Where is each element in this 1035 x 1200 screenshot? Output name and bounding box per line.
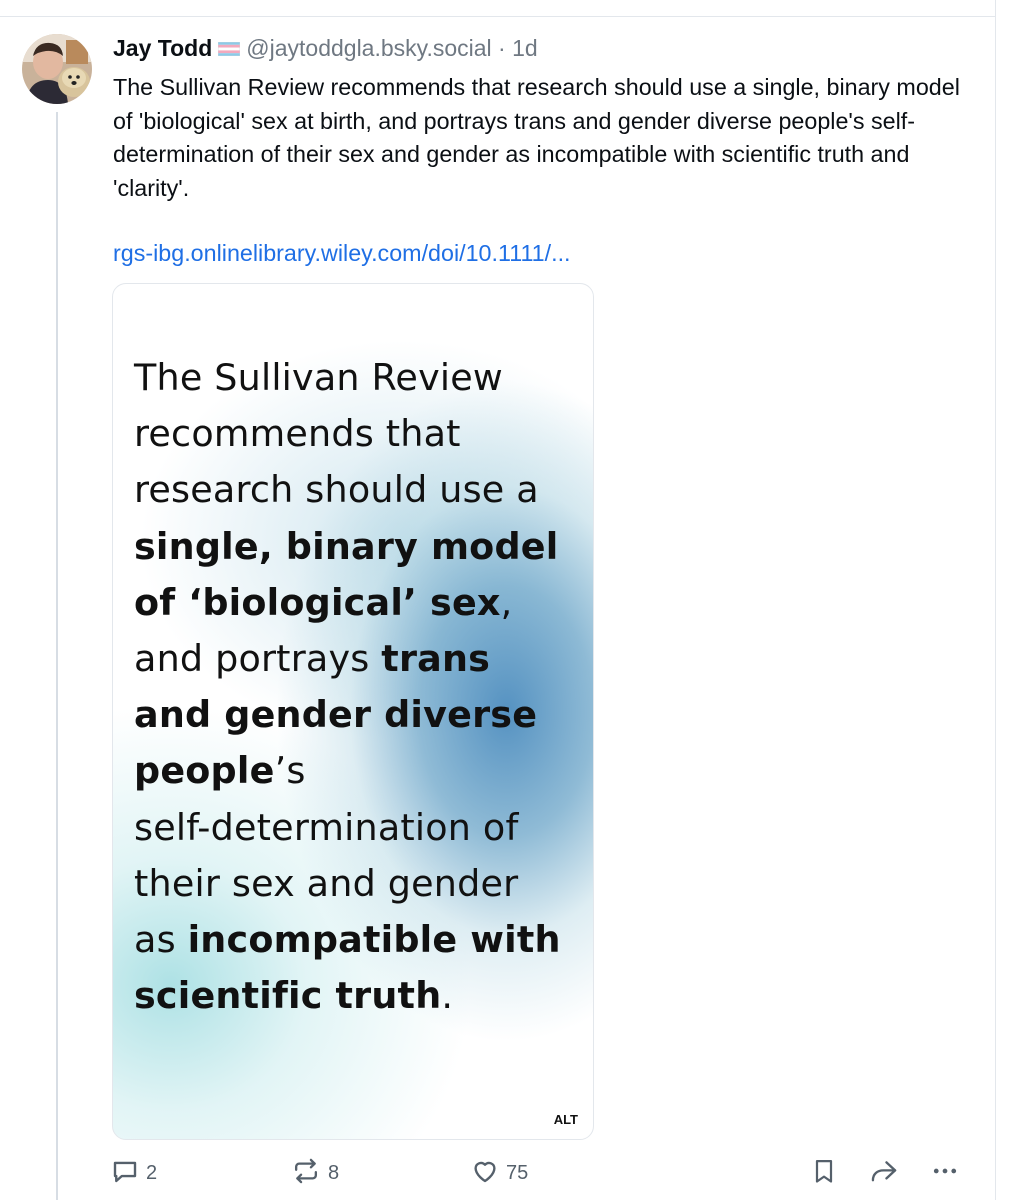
image-text-bold: people — [134, 749, 275, 793]
avatar-image — [22, 34, 92, 104]
post-timestamp[interactable]: 1d — [512, 35, 538, 61]
image-text-line: and gender diverse — [134, 687, 586, 743]
image-embed[interactable]: The Sullivan Review recommends that resear… — [112, 283, 594, 1140]
post-link[interactable]: rgs-ibg.onlinelibrary.wiley.com/doi/10.1… — [113, 237, 571, 270]
post-text: The Sullivan Review recommends that rese… — [113, 74, 960, 201]
avatar[interactable] — [22, 34, 92, 104]
image-text-bold: incompatible with — [187, 918, 561, 962]
image-text-run: self-determination of — [134, 805, 519, 849]
repost-count: 8 — [328, 1161, 340, 1184]
heart-icon — [470, 1156, 500, 1191]
image-text-line: and portrays trans — [134, 631, 586, 687]
thread-line — [56, 112, 58, 1200]
image-text-bold: trans — [381, 637, 491, 681]
image-text-line: self-determination of — [134, 800, 586, 856]
image-text-bold: of ‘biological’ sex — [134, 580, 501, 624]
image-text-run: their sex and gender — [134, 861, 519, 905]
image-text-bold: scientific truth — [134, 974, 442, 1018]
reply-count: 2 — [146, 1161, 158, 1184]
image-text-line: scientific truth. — [134, 968, 586, 1024]
right-border — [995, 0, 996, 1200]
alt-text-badge[interactable]: ALT — [546, 1109, 585, 1131]
author-handle[interactable]: @jaytoddgla.bsky.social — [246, 35, 491, 61]
header-separator: · — [498, 35, 506, 61]
ellipsis-icon — [930, 1156, 960, 1191]
image-text-run: as — [134, 918, 188, 962]
image-text-line: their sex and gender — [134, 856, 586, 912]
post-actions: 2 8 75 — [0, 1155, 996, 1195]
image-text-line: recommends that — [134, 406, 586, 462]
post-header: Jay Todd @jaytoddgla.bsky.social · 1d — [113, 33, 538, 66]
image-text-line: research should use a — [134, 462, 586, 518]
image-text-bold: single, binary model — [134, 524, 559, 568]
bookmark-button[interactable] — [806, 1155, 842, 1191]
top-divider — [0, 16, 996, 17]
image-quote-text: The Sullivan Review recommends that resear… — [134, 350, 586, 1024]
like-count: 75 — [506, 1161, 529, 1184]
image-text-line: as incompatible with — [134, 912, 586, 968]
image-text-line: people’s — [134, 743, 586, 799]
image-text-run: and portrays — [134, 637, 382, 681]
image-text-run: recommends that — [134, 412, 461, 456]
image-text-line: The Sullivan Review — [134, 350, 586, 406]
more-options-button[interactable] — [927, 1155, 963, 1191]
transgender-flag-icon — [217, 33, 241, 63]
image-text-run: , — [500, 580, 513, 624]
bookmark-icon — [810, 1156, 838, 1191]
image-text-line: single, binary model — [134, 519, 586, 575]
author-name[interactable]: Jay Todd — [113, 35, 212, 61]
reply-button[interactable]: 2 — [110, 1155, 157, 1191]
image-text-line: of ‘biological’ sex, — [134, 575, 586, 631]
image-text-run: ’s — [274, 749, 306, 793]
image-text-run: . — [441, 974, 454, 1018]
image-text-bold: and gender diverse — [134, 693, 538, 737]
share-button[interactable] — [866, 1155, 902, 1191]
like-button[interactable]: 75 — [470, 1155, 528, 1191]
speech-bubble-icon — [110, 1156, 140, 1191]
share-arrow-icon — [868, 1156, 900, 1191]
repost-arrows-icon — [290, 1156, 322, 1191]
image-text-run: The Sullivan Review — [134, 356, 503, 399]
image-text-run: research should use a — [134, 468, 539, 512]
repost-button[interactable]: 8 — [290, 1155, 339, 1191]
